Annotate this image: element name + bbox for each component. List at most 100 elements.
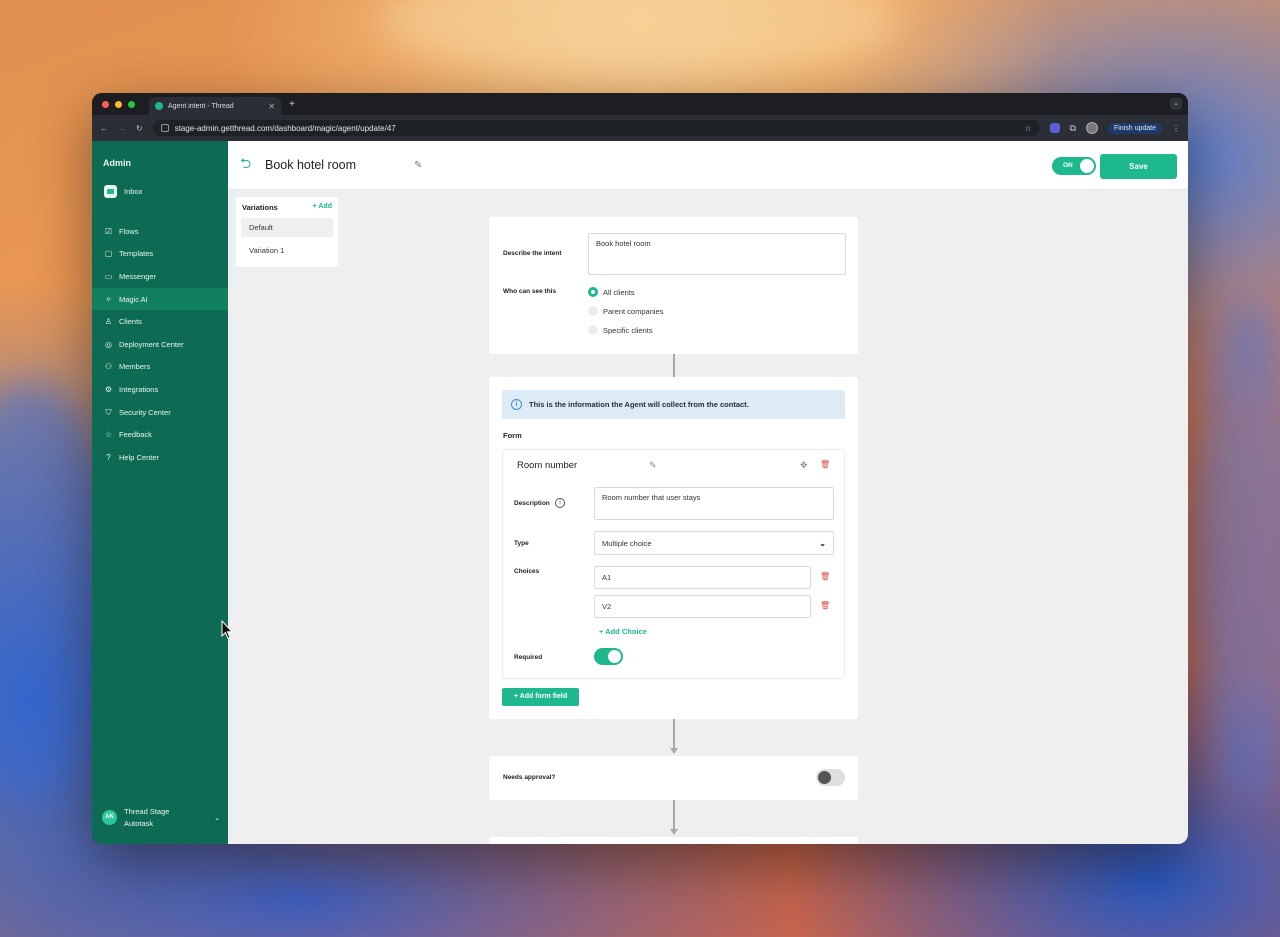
sidebar-item-templates[interactable]: ▢ Templates xyxy=(92,243,228,266)
variations-title: Variations xyxy=(242,203,278,212)
sidebar-item-security-center[interactable]: ⛉ Security Center xyxy=(92,401,228,424)
approval-card: Needs approval? xyxy=(489,756,858,800)
sidebar-item-members[interactable]: ⚇ Members xyxy=(92,356,228,379)
flows-icon: ☑ xyxy=(104,226,113,236)
account-switcher[interactable]: AK Thread Stage Autotask ⌄ xyxy=(102,807,220,828)
sidebar-item-label: Messenger xyxy=(119,271,157,281)
required-toggle[interactable] xyxy=(594,648,623,665)
main-content: ⮌ Book hotel room ✎ ON Save Variations +… xyxy=(228,141,1188,844)
sidebar-item-label: Help Center xyxy=(119,452,160,462)
sidebar-item-deployment-center[interactable]: ◎ Deployment Center xyxy=(92,333,228,356)
radio-parent-companies[interactable]: Parent companies xyxy=(588,306,663,316)
members-icon: ⚇ xyxy=(104,362,113,372)
radio-empty-icon xyxy=(588,306,598,316)
sidebar-item-label: Feedback xyxy=(119,430,152,440)
deployment-center-icon: ◎ xyxy=(105,339,112,349)
bookmark-star-icon[interactable]: ☆ xyxy=(1024,124,1031,133)
type-select-value: Multiple choice xyxy=(602,538,652,548)
extensions-puzzle-icon[interactable]: ⧉ xyxy=(1070,123,1076,134)
site-info-icon[interactable] xyxy=(160,124,169,132)
avatar: AK xyxy=(102,810,117,825)
sidebar-item-help-center[interactable]: ? Help Center xyxy=(92,446,228,469)
drag-move-icon[interactable]: ✥ xyxy=(800,460,808,471)
sidebar-item-magic-ai[interactable]: ✧ Magic AI xyxy=(92,287,228,311)
add-variation-button[interactable]: + Add xyxy=(313,203,332,212)
radio-specific-clients[interactable]: Specific clients xyxy=(588,325,653,335)
choice-input-2[interactable]: V2 xyxy=(594,595,811,618)
sidebar-item-feedback[interactable]: ☆ Feedback xyxy=(92,423,228,446)
radio-label: All clients xyxy=(603,287,635,297)
add-form-field-button[interactable]: + Add form field xyxy=(502,688,579,706)
browser-menu-icon[interactable]: ⋮ xyxy=(1172,124,1180,133)
radio-selected-icon xyxy=(588,287,598,297)
address-bar[interactable]: stage-admin.getthread.com/dashboard/magi… xyxy=(152,120,1040,136)
save-button[interactable]: Save xyxy=(1100,154,1177,179)
radio-all-clients[interactable]: All clients xyxy=(588,287,635,297)
new-tab-button[interactable]: + xyxy=(289,99,295,110)
radio-label: Specific clients xyxy=(603,325,653,335)
sidebar-nav: ☑ Flows ▢ Templates ▭ Messenger ✧ Magic AI ♙ Clie… xyxy=(92,220,228,469)
delete-choice-trash-icon[interactable]: 🗑 xyxy=(820,572,830,581)
reload-icon[interactable]: ↻ xyxy=(136,124,143,133)
url-text: stage-admin.getthread.com/dashboard/magi… xyxy=(174,123,396,133)
type-select[interactable]: Multiple choice ⌄ xyxy=(594,531,834,555)
account-line-2: Autotask xyxy=(124,819,154,828)
tab-close-icon[interactable]: ✕ xyxy=(268,102,275,111)
needs-approval-toggle[interactable] xyxy=(816,769,845,786)
help-center-icon: ? xyxy=(106,452,111,462)
browser-tab[interactable]: Agent intent - Thread ✕ xyxy=(149,97,281,115)
maximize-window-button[interactable] xyxy=(128,100,135,108)
tab-title: Agent intent - Thread xyxy=(168,102,234,110)
sidebar-item-clients[interactable]: ♙ Clients xyxy=(92,310,228,333)
templates-icon: ▢ xyxy=(104,249,113,259)
window-controls xyxy=(102,100,135,108)
type-label: Type xyxy=(514,540,529,547)
variation-item-default[interactable]: Default xyxy=(241,218,333,237)
finish-update-button[interactable]: Finish update xyxy=(1107,122,1162,134)
tab-search-icon[interactable]: ⌄ xyxy=(1170,98,1182,110)
sidebar-item-inbox[interactable]: Inbox xyxy=(92,168,228,198)
profile-avatar-icon[interactable] xyxy=(1085,122,1098,134)
back-arrow-icon[interactable]: ⮌ xyxy=(240,153,256,177)
forward-arrow-icon[interactable]: → xyxy=(118,124,126,133)
form-label: Form xyxy=(503,431,522,440)
intent-card: Describe the intent Book hotel room Who … xyxy=(489,217,858,354)
thread-favicon-icon xyxy=(155,102,163,110)
account-name: Thread Stage Autotask xyxy=(124,807,169,828)
mouse-cursor-icon xyxy=(221,620,233,640)
field-description-textarea[interactable]: Room number that user stays xyxy=(594,487,834,520)
form-field-card: Room number ✎ ✥ 🗑 Description i Room num… xyxy=(502,449,845,679)
choices-label: Choices xyxy=(514,568,540,575)
connector-arrow-icon xyxy=(670,748,678,754)
sidebar-item-label: Inbox xyxy=(124,187,143,196)
extension-icon[interactable] xyxy=(1049,123,1060,133)
needs-approval-label: Needs approval? xyxy=(503,774,556,781)
radio-empty-icon xyxy=(588,325,598,335)
add-choice-button[interactable]: + Add Choice xyxy=(599,627,647,636)
sidebar-item-label: Magic AI xyxy=(119,294,148,304)
sidebar-item-flows[interactable]: ☑ Flows xyxy=(92,220,228,243)
sidebar-item-integrations[interactable]: ⚙ Integrations xyxy=(92,378,228,401)
info-icon[interactable]: i xyxy=(555,498,565,508)
active-toggle[interactable]: ON xyxy=(1052,157,1096,175)
close-window-button[interactable] xyxy=(102,100,109,108)
variations-header: Variations + Add xyxy=(241,203,333,212)
minimize-window-button[interactable] xyxy=(115,100,122,108)
messenger-icon: ▭ xyxy=(104,271,113,281)
sidebar-item-label: Clients xyxy=(119,317,142,327)
describe-intent-textarea[interactable]: Book hotel room xyxy=(588,233,846,275)
variation-item-1[interactable]: Variation 1 xyxy=(241,241,333,260)
security-center-icon: ⛉ xyxy=(105,407,112,417)
choice-input-1[interactable]: A1 xyxy=(594,566,811,589)
edit-field-pencil-icon[interactable]: ✎ xyxy=(649,460,657,471)
back-arrow-icon[interactable]: ← xyxy=(100,124,108,133)
inbox-icon xyxy=(104,185,117,198)
app-root: Admin Inbox ☑ Flows ▢ Templates ▭ Messenger ✧ M… xyxy=(92,141,1188,844)
sidebar-item-messenger[interactable]: ▭ Messenger xyxy=(92,265,228,288)
browser-toolbar: ← → ↻ stage-admin.getthread.com/dashboar… xyxy=(92,115,1188,141)
delete-choice-trash-icon[interactable]: 🗑 xyxy=(820,601,830,610)
edit-title-pencil-icon[interactable]: ✎ xyxy=(414,160,422,171)
delete-field-trash-icon[interactable]: 🗑 xyxy=(820,460,830,469)
sidebar: Admin Inbox ☑ Flows ▢ Templates ▭ Messenger ✧ M… xyxy=(92,141,228,844)
description-label: Description xyxy=(514,500,550,507)
